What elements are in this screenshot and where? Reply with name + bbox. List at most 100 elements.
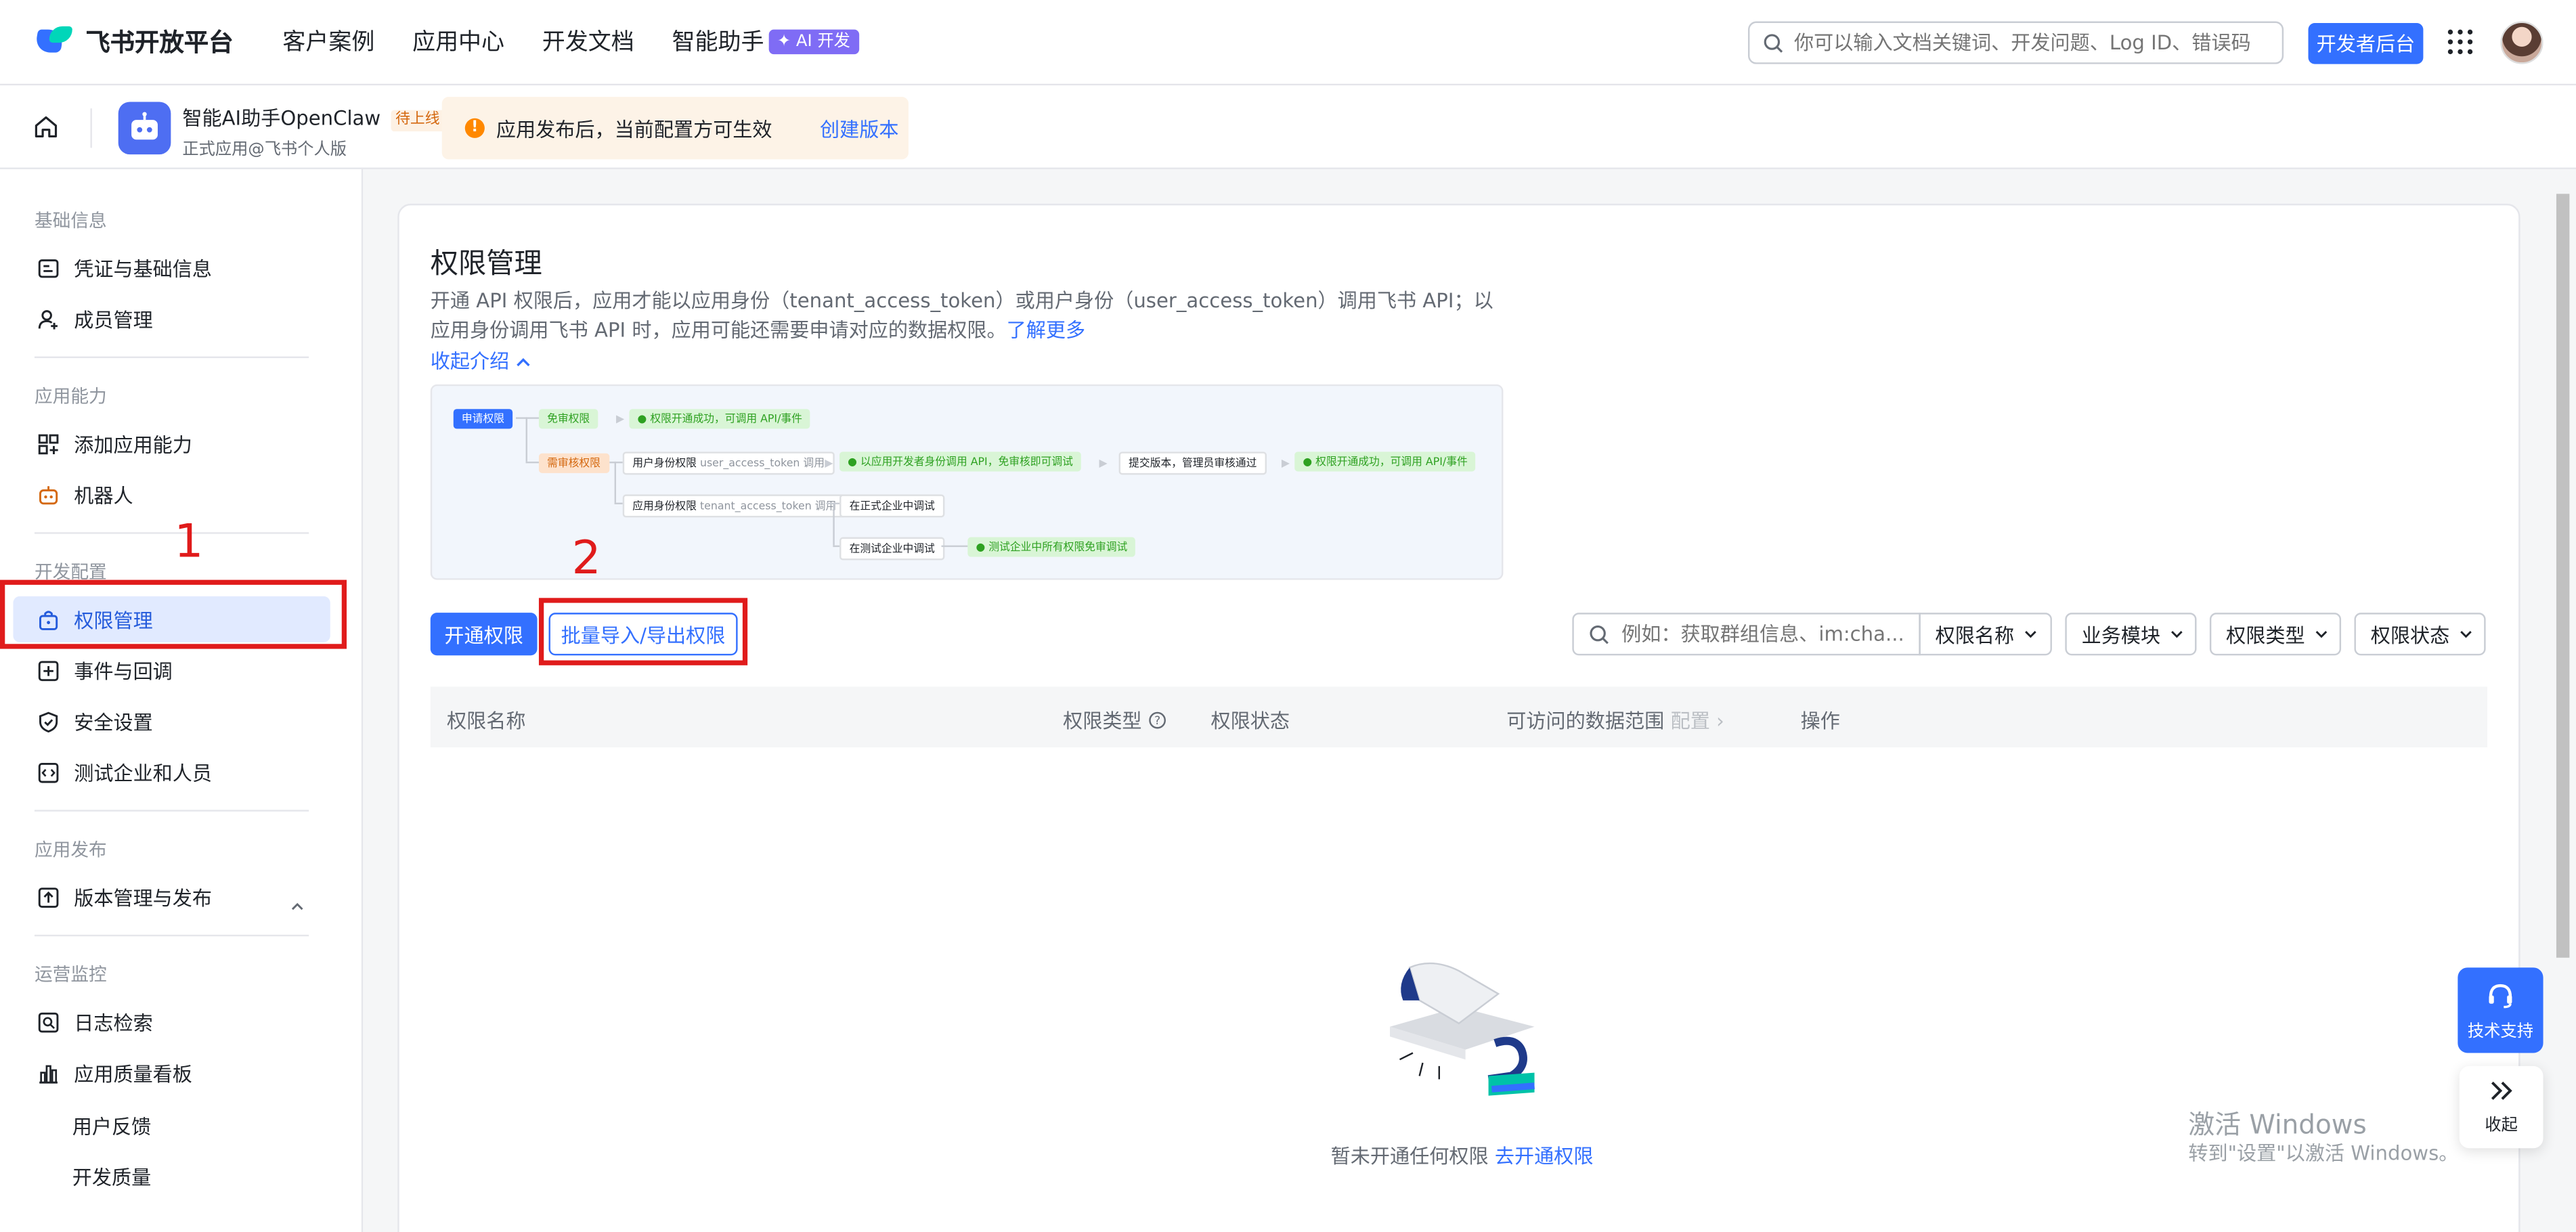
warning-icon: ! (464, 118, 485, 138)
col-permission-type: 权限类型 ? (1063, 706, 1166, 734)
sidebar-item-test-org[interactable]: 测试企业和人员 (13, 749, 330, 795)
robot-app-icon (118, 102, 171, 155)
sidebar-item-logs[interactable]: 日志检索 (13, 998, 330, 1044)
chevron-down-icon (2171, 631, 2183, 638)
sidebar-item-label: 测试企业和人员 (74, 761, 213, 785)
sidebar-item-security[interactable]: 安全设置 (13, 698, 330, 744)
user-add-icon (36, 307, 59, 330)
ai-badge: ✦ AI 开发 (768, 29, 859, 55)
developer-console-button[interactable]: 开发者后台 (2308, 22, 2424, 64)
svg-text:?: ? (1154, 714, 1160, 728)
windows-watermark-sub: 转到"设置"以激活 Windows。 (2188, 1141, 2459, 1165)
annotation-box-1 (0, 579, 347, 649)
filter-business-module[interactable]: 业务模块 (2065, 613, 2197, 656)
nav-link-app-center[interactable]: 应用中心 (412, 28, 504, 58)
bar-chart-icon (36, 1061, 59, 1084)
log-search-icon (36, 1010, 59, 1033)
sidebar-item-version[interactable]: 版本管理与发布 (13, 874, 330, 920)
event-box-icon (36, 659, 59, 682)
filter-permission-type[interactable]: 权限类型 (2209, 613, 2342, 656)
sidebar-item-label: 版本管理与发布 (74, 886, 213, 910)
config-link[interactable]: 配置 (1671, 709, 1710, 732)
col-permission-name: 权限名称 (447, 709, 526, 733)
permission-search-input[interactable] (1621, 622, 1917, 646)
create-version-link[interactable]: 创建版本 (820, 114, 899, 142)
section-title-capability: 应用能力 (34, 386, 107, 408)
page-title: 权限管理 (430, 248, 542, 281)
open-permission-button[interactable]: 开通权限 (430, 613, 538, 656)
chevron-down-icon (2460, 631, 2472, 638)
top-search-box[interactable] (1748, 21, 2284, 64)
sidebar-item-credentials[interactable]: 凭证与基础信息 (13, 245, 330, 291)
chevron-down-icon (2315, 631, 2328, 638)
flow-node-final: ● 权限开通成功，可调用 API/事件 (1294, 452, 1476, 472)
collapse-float-label: 收起 (2485, 1117, 2518, 1135)
search-icon (1590, 624, 1609, 644)
nav-link-docs[interactable]: 开发文档 (542, 28, 634, 58)
apps-grid-icon[interactable] (2447, 29, 2473, 55)
sidebar-subitem-feedback[interactable]: 用户反馈 (72, 1112, 152, 1140)
empty-state-text: 暂未开通任何权限 去开通权限 (1330, 1145, 1594, 1168)
permission-search-box[interactable] (1572, 613, 1921, 656)
feishu-logo[interactable]: 飞书开放平台 (34, 23, 234, 59)
filter-permission-status[interactable]: 权限状态 (2354, 613, 2486, 656)
divider (34, 532, 309, 534)
app-subtitle: 正式应用@飞书个人版 (182, 141, 347, 160)
sidebar-item-events[interactable]: 事件与回调 (13, 647, 330, 693)
flow-node-user-perm: 用户身份权限 user_access_token 调用 (622, 452, 835, 475)
annotation-number-2: 2 (571, 530, 601, 585)
sidebar-item-label: 安全设置 (74, 710, 153, 734)
flow-node-submit: 提交版本，管理员审核通过 (1118, 452, 1267, 475)
home-icon[interactable] (33, 113, 60, 139)
sidebar-subitem-dev-quality[interactable]: 开发质量 (72, 1163, 152, 1191)
flow-node-review: 需审核权限 (538, 453, 609, 473)
flow-node-dev-call: ● 以应用开发者身份调用 API，免审核即可调试 (839, 452, 1082, 472)
flow-node-test-debug: 在测试企业中调试 (839, 537, 945, 560)
page-description: 开通 API 权限后，应用才能以应用身份（tenant_access_token… (430, 289, 1493, 342)
divider (34, 810, 309, 812)
flow-node-free-result: ● 权限开通成功，可调用 API/事件 (629, 409, 811, 429)
feishu-logo-icon (34, 23, 75, 59)
top-search-input[interactable] (1793, 31, 2271, 55)
divider (34, 934, 309, 937)
learn-more-link[interactable]: 了解更多 (1007, 319, 1086, 342)
col-data-scope: 可访问的数据范围 配置 › (1506, 709, 1724, 733)
headset-icon (2489, 983, 2512, 1008)
collapse-float-button[interactable]: 收起 (2459, 1065, 2544, 1149)
tech-support-button[interactable]: 技术支持 (2458, 967, 2544, 1053)
sidebar-item-label: 事件与回调 (74, 659, 173, 683)
flow-node-app-perm: 应用身份权限 tenant_access_token 调用 (622, 494, 846, 518)
user-avatar[interactable] (2500, 21, 2544, 64)
nav-link-assistant[interactable]: 智能助手 ✦ AI 开发 (672, 28, 859, 58)
empty-box-illustration (1389, 962, 1535, 1096)
publish-notice: ! 应用发布后，当前配置方可生效 创建版本 (441, 97, 909, 160)
divider (34, 356, 309, 359)
permissions-table-header: 权限名称 权限类型 ? 权限状态 可访问的数据范围 配置 › 操作 (430, 686, 2488, 748)
app-name: 智能AI助手OpenClaw 待上线 (182, 104, 445, 132)
shield-icon (36, 709, 59, 732)
col-actions: 操作 (1800, 709, 1840, 733)
sidebar-item-members[interactable]: 成员管理 (13, 296, 330, 342)
windows-watermark-title: 激活 Windows (2188, 1109, 2367, 1141)
sidebar-item-quality[interactable]: 应用质量看板 (13, 1050, 330, 1096)
filter-permission-name[interactable]: 权限名称 (1919, 613, 2052, 656)
nav-link-cases[interactable]: 客户案例 (282, 28, 374, 58)
go-open-permission-link[interactable]: 去开通权限 (1495, 1145, 1594, 1168)
flow-node-test-free: ● 测试企业中所有权限免审调试 (967, 537, 1136, 557)
divider (90, 108, 92, 148)
sidebar-item-label: 添加应用能力 (74, 433, 192, 456)
tech-support-label: 技术支持 (2467, 1022, 2533, 1041)
collapse-intro-link[interactable]: 收起介绍 (431, 347, 531, 374)
flow-node-free: 免审权限 (538, 409, 598, 429)
sidebar-item-label: 机器人 (74, 483, 133, 507)
scrollbar-thumb[interactable] (2556, 194, 2570, 958)
help-icon[interactable]: ? (1148, 711, 1166, 730)
sidebar-item-bot[interactable]: 机器人 (13, 471, 330, 517)
logo-text: 飞书开放平台 (85, 27, 234, 57)
flow-node-prod-debug: 在正式企业中调试 (839, 494, 945, 518)
sidebar-item-label: 成员管理 (74, 308, 153, 331)
chevron-up-icon (516, 358, 530, 367)
robot-icon (36, 483, 59, 506)
chevron-up-icon[interactable] (291, 900, 304, 913)
sidebar-item-add-capability[interactable]: 添加应用能力 (13, 420, 330, 466)
